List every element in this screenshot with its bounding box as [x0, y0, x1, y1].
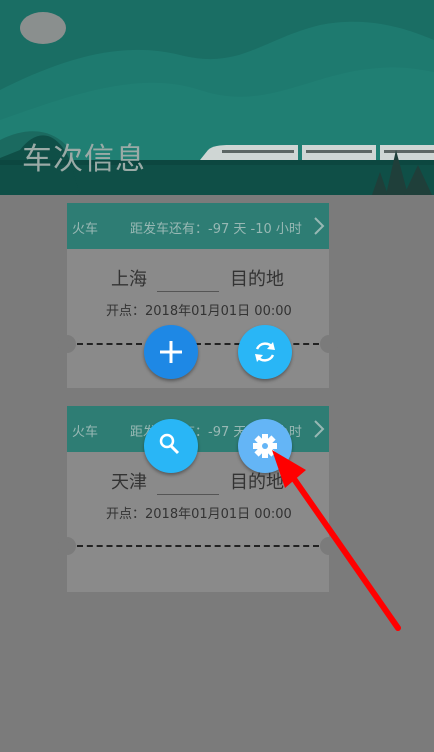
red-arrow-pointer — [272, 450, 401, 631]
